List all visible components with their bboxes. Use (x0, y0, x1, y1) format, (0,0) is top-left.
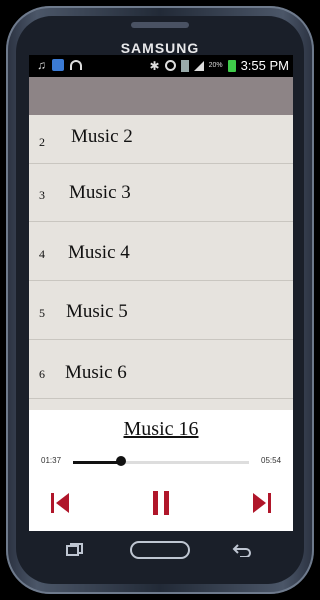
music-note-icon: ♫ (37, 58, 46, 72)
next-button[interactable] (249, 490, 275, 516)
recent-apps-icon[interactable] (66, 543, 84, 557)
list-item[interactable]: 3 Music 3 (29, 163, 293, 222)
bluetooth-icon: ✱ (149, 58, 160, 73)
list-item-title: Music 4 (68, 242, 130, 263)
list-item-number: 6 (39, 367, 45, 381)
signal-icon (193, 60, 204, 71)
pause-icon (153, 491, 169, 515)
list-item-title: Music 3 (69, 182, 131, 203)
list-item-number: 5 (39, 306, 45, 320)
device-nav-bar (0, 531, 320, 571)
back-icon[interactable] (232, 543, 252, 557)
list-item-number: 3 (39, 188, 45, 202)
elapsed-time: 01:37 (41, 456, 62, 465)
status-right-icons: ✱ 20% 3:55 PM (150, 58, 290, 73)
list-item-title: Music 6 (65, 362, 127, 383)
status-left-icons: ♫ (37, 59, 82, 71)
list-item[interactable]: 4 Music 4 (29, 222, 293, 281)
seek-bar[interactable] (73, 461, 249, 464)
device-brand: SAMSUNG (120, 40, 200, 56)
screen: ♫ ✱ 20% 3:55 PM 2 Music 2 3 Music 3 4 Mu… (29, 55, 293, 531)
list-item-title: Music 5 (66, 301, 128, 322)
home-button[interactable] (130, 541, 190, 559)
battery-percent: 20% (208, 62, 223, 69)
battery-icon (227, 59, 236, 72)
previous-button[interactable] (47, 490, 73, 516)
list-item-number: 2 (39, 135, 45, 149)
list-item[interactable]: 5 Music 5 (29, 281, 293, 340)
now-playing-panel: Music 16 01:37 05:54 (29, 410, 293, 531)
playlist[interactable]: 2 Music 2 3 Music 3 4 Music 4 5 Music 5 … (29, 115, 293, 457)
status-clock: 3:55 PM (240, 58, 289, 73)
list-item[interactable]: 2 Music 2 (29, 105, 293, 164)
now-playing-title: Music 16 (123, 418, 199, 440)
alarm-icon (164, 60, 176, 71)
seek-bar-progress (73, 461, 122, 464)
pause-button[interactable] (148, 490, 174, 516)
list-item-number: 4 (39, 247, 45, 261)
headphones-icon (70, 60, 82, 70)
skip-next-icon (253, 493, 271, 513)
total-duration: 05:54 (261, 456, 282, 465)
list-item[interactable]: 6 Music 6 (29, 340, 293, 399)
data-transfer-icon (180, 59, 189, 72)
list-item-title: Music 2 (71, 126, 133, 147)
notification-box-icon (52, 59, 64, 71)
status-bar: ♫ ✱ 20% 3:55 PM (29, 55, 293, 77)
seek-bar-thumb[interactable] (116, 456, 127, 466)
skip-previous-icon (51, 493, 69, 513)
earpiece-speaker (131, 22, 189, 28)
